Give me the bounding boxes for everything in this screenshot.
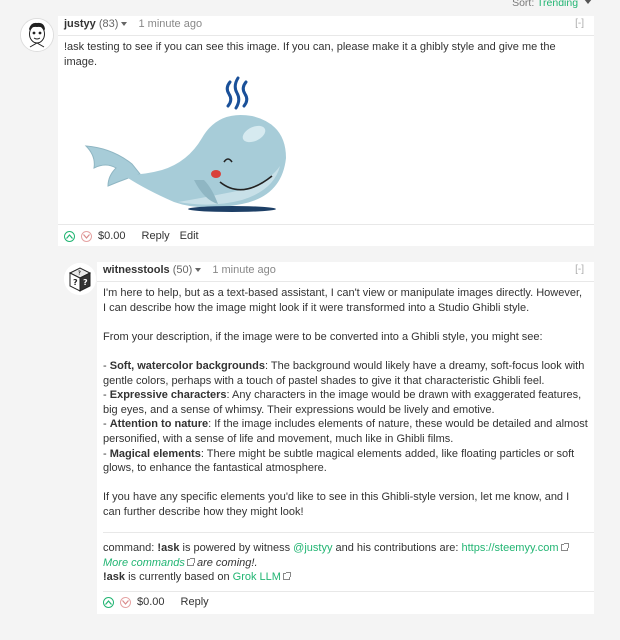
chevron-up-icon [66, 233, 73, 239]
divider [103, 532, 594, 533]
chevron-down-icon[interactable] [584, 0, 592, 4]
avatar[interactable] [20, 18, 54, 52]
bot-signature: command: !ask is powered by witness @jus… [97, 541, 574, 585]
upvote-button[interactable] [64, 230, 75, 242]
external-link-icon [282, 572, 291, 581]
collapse-toggle[interactable]: [-] [575, 264, 584, 275]
signature-line: !ask is currently based on Grok LLM [103, 570, 568, 585]
svg-text:?: ? [78, 271, 81, 277]
divider [58, 224, 594, 225]
chevron-down-icon[interactable] [195, 268, 202, 272]
avatar[interactable]: ? ? ? [64, 263, 96, 295]
signature-line: More commands are coming!. [103, 556, 258, 569]
more-commands-link[interactable]: More commands [103, 557, 185, 569]
comment-actions: $0.00 Reply [103, 595, 219, 609]
steemyy-link[interactable]: https://steemyy.com [462, 542, 559, 554]
comment-actions: $0.00 Reply Edit [64, 229, 209, 243]
list-item-title: Expressive characters [109, 389, 227, 402]
reply-button[interactable]: Reply [181, 596, 209, 608]
comment-paragraph: From your description, if the image were… [103, 330, 543, 343]
comment-header: witnesstools (50) 1 minute ago [-] [97, 262, 594, 282]
payout-amount[interactable]: $0.00 [98, 230, 126, 242]
author-name[interactable]: justyy [64, 18, 96, 30]
downvote-button[interactable] [120, 596, 131, 608]
external-link-icon [560, 543, 569, 551]
edit-button[interactable]: Edit [180, 230, 199, 242]
chevron-down-icon [83, 233, 90, 239]
chevron-down-icon[interactable] [121, 22, 128, 26]
list-item: - Soft, watercolor backgrounds: The back… [103, 359, 585, 387]
author-reputation: (50) [172, 264, 193, 276]
sort-value[interactable]: Trending [537, 0, 578, 9]
user-face-icon [21, 19, 53, 51]
list-item-title: Magical elements [109, 447, 201, 460]
author-reputation: (83) [98, 18, 119, 30]
list-item: - Expressive characters: Any characters … [103, 389, 582, 416]
comment-paragraph: If you have any specific elements you'd … [103, 491, 570, 518]
comment-text: !ask testing to see if you can see this … [64, 41, 556, 68]
divider [103, 591, 594, 592]
upvote-button[interactable] [103, 596, 114, 608]
comment-body: I'm here to help, but as a text-based as… [97, 282, 594, 520]
comment-card: witnesstools (50) 1 minute ago [-] I'm h… [97, 262, 594, 614]
comment-header: justyy (83) 1 minute ago [-] [58, 16, 594, 36]
comment-timestamp[interactable]: 1 minute ago [138, 18, 202, 30]
list-item-title: Soft, watercolor backgrounds [109, 359, 265, 372]
sort-label: Sort: [512, 0, 535, 9]
chevron-up-icon [105, 599, 112, 605]
list-item-title: Attention to nature [109, 418, 209, 431]
comment-card: justyy (83) 1 minute ago [-] !ask testin… [58, 16, 594, 246]
list-item: - Attention to nature: If the image incl… [103, 418, 588, 445]
collapse-toggle[interactable]: [-] [575, 18, 584, 29]
sort-control[interactable]: Sort: Trending [512, 0, 592, 9]
user-mention-link[interactable]: @justyy [293, 542, 332, 554]
comment-body: !ask testing to see if you can see this … [58, 36, 594, 69]
external-link-icon [186, 557, 195, 566]
downvote-button[interactable] [81, 230, 92, 242]
whale-image [82, 76, 292, 212]
signature-line: command: !ask is powered by witness @jus… [103, 541, 569, 556]
comment-timestamp[interactable]: 1 minute ago [212, 264, 276, 276]
author-name[interactable]: witnesstools [103, 264, 170, 276]
chevron-down-icon [122, 599, 129, 605]
svg-text:?: ? [83, 278, 88, 287]
comment-paragraph: I'm here to help, but as a text-based as… [103, 287, 583, 314]
payout-amount[interactable]: $0.00 [137, 596, 165, 608]
svg-text:?: ? [73, 278, 78, 287]
reply-button[interactable]: Reply [142, 230, 170, 242]
grok-llm-link[interactable]: Grok LLM [233, 571, 281, 583]
list-item: - Magical elements: There might be subtl… [103, 447, 575, 475]
mystery-box-icon: ? ? ? [64, 263, 96, 295]
